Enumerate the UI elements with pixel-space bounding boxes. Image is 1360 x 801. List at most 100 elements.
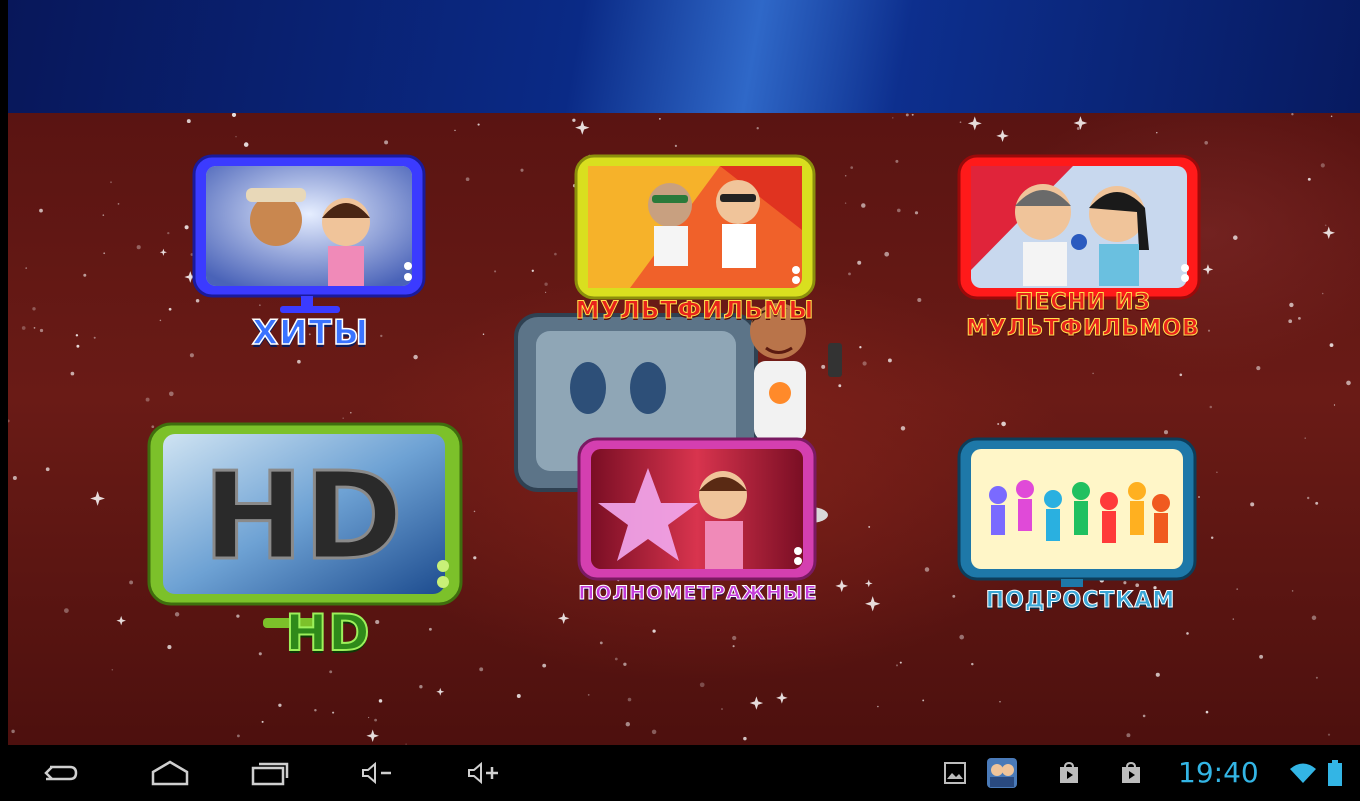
sparkle-dot	[997, 422, 1000, 426]
status-clock[interactable]: 19:40	[1178, 755, 1259, 791]
volume-down-icon	[362, 761, 391, 785]
app-window: ХИТЫ МУЛЬТФИЛЬМЫ ПЕСНИ ИЗ МУЛЬТФИЛЬМОВ H…	[0, 0, 1360, 801]
sparkle-dot	[1330, 115, 1333, 118]
wifi-indicator	[1286, 745, 1320, 801]
sparkle-dot	[33, 327, 36, 329]
sparkle-star	[90, 491, 105, 506]
sparkle-dot	[554, 252, 557, 256]
sparkle-dot	[971, 662, 974, 666]
sparkle-dot	[278, 703, 282, 707]
sparkle-dot	[625, 722, 630, 727]
sparkle-star	[967, 116, 982, 131]
sparkle-dot	[297, 359, 301, 364]
notification-play-store-1[interactable]	[1052, 745, 1086, 801]
sparkle-dot	[850, 166, 854, 169]
sparkle-dot	[674, 144, 678, 147]
volume-up-icon	[468, 761, 498, 785]
sparkle-dot	[1291, 113, 1294, 116]
sparkle-dot	[531, 269, 534, 272]
sparkle-dot	[482, 333, 485, 335]
sparkle-dot	[145, 397, 150, 402]
sparkle-dot	[1321, 292, 1324, 295]
sparkle-dot	[1179, 373, 1183, 377]
sparkle-dot	[924, 567, 930, 572]
sparkle-dot	[83, 273, 87, 277]
sparkle-dot	[1307, 496, 1310, 500]
sparkle-star	[575, 120, 590, 135]
tile-teens[interactable]: ПОДРОСТКАМ	[953, 433, 1208, 623]
sparkle-dot	[111, 669, 114, 671]
recent-apps-icon	[251, 762, 289, 786]
tile-hd[interactable]: HD HD	[143, 418, 473, 663]
sparkle-dot	[384, 140, 389, 145]
sparkle-dot	[1216, 471, 1218, 473]
sparkle-star	[835, 579, 848, 593]
sparkle-dot	[848, 272, 851, 276]
sparkle-dot	[1315, 676, 1318, 679]
tile-hits-label: ХИТЫ	[251, 312, 370, 354]
sparkle-dot	[117, 203, 120, 205]
sparkle-dot	[877, 705, 879, 708]
sparkle-dot	[32, 307, 36, 311]
volume-down-button[interactable]	[352, 745, 402, 801]
sparkle-dot	[314, 708, 317, 712]
sparkle-dot	[911, 113, 914, 116]
sparkle-dot	[1232, 618, 1235, 620]
sparkle-dot	[413, 354, 418, 360]
back-icon	[44, 765, 78, 781]
sparkle-dot	[659, 118, 661, 120]
sparkle-dot	[743, 736, 747, 741]
sparkle-dot	[110, 181, 112, 184]
sparkle-dot	[884, 251, 890, 257]
sparkle-dot	[1001, 421, 1006, 427]
sparkle-dot	[243, 142, 249, 147]
tile-songs[interactable]: ПЕСНИ ИЗ МУЛЬТФИЛЬМОВ	[953, 150, 1213, 355]
sparkle-dot	[1209, 405, 1213, 409]
sparkle-dot	[1126, 733, 1131, 738]
sparkle-dot	[167, 231, 170, 235]
recent-apps-button[interactable]	[240, 745, 300, 801]
notification-app-thumbnail[interactable]	[980, 745, 1024, 801]
sparkle-dot	[1259, 654, 1264, 659]
tile-cartoons[interactable]: МУЛЬТФИЛЬМЫ	[570, 150, 820, 335]
sparkle-dot	[473, 556, 477, 560]
sparkle-star	[116, 615, 126, 626]
sparkle-dot	[1346, 380, 1351, 386]
sparkle-dot	[168, 391, 174, 397]
tile-hits[interactable]: ХИТЫ	[188, 150, 433, 355]
sparkle-star	[1073, 116, 1088, 130]
sparkle-dot	[587, 694, 590, 696]
sparkle-dot	[520, 168, 524, 172]
sparkle-dot	[64, 608, 69, 613]
sparkle-star	[1322, 226, 1335, 240]
notification-gallery[interactable]	[935, 745, 975, 801]
sparkle-star	[776, 692, 788, 704]
sparkle-dot	[959, 121, 962, 124]
sparkle-dot	[895, 159, 899, 163]
sparkle-dot	[1329, 343, 1334, 347]
tile-songs-label-line2: МУЛЬТФИЛЬМОВ	[966, 316, 1200, 342]
sparkle-dot	[70, 371, 75, 376]
sparkle-dot	[1298, 317, 1301, 320]
sparkle-dot	[899, 661, 902, 664]
sparkle-star	[436, 687, 445, 696]
sparkle-dot	[542, 663, 547, 668]
sparkle-dot	[721, 708, 723, 710]
sparkle-star	[996, 129, 1009, 143]
sparkle-dot	[1288, 319, 1293, 324]
sparkle-dot	[914, 211, 919, 215]
sparkle-dot	[329, 670, 333, 674]
volume-up-button[interactable]	[458, 745, 508, 801]
sparkle-dot	[896, 208, 901, 213]
sparkle-dot	[732, 635, 737, 641]
home-button[interactable]	[140, 745, 200, 801]
sparkle-dot	[1304, 437, 1306, 439]
gallery-icon	[944, 762, 966, 784]
sparkle-dot	[76, 344, 80, 348]
notification-play-store-2[interactable]	[1114, 745, 1148, 801]
sparkle-dot	[1236, 588, 1239, 590]
tile-feature-films[interactable]: ПОЛНОМЕТРАЖНЫЕ	[573, 433, 823, 623]
sparkle-dot	[231, 113, 237, 118]
back-button[interactable]	[30, 745, 90, 801]
system-navigation-bar: 19:40	[0, 745, 1360, 801]
